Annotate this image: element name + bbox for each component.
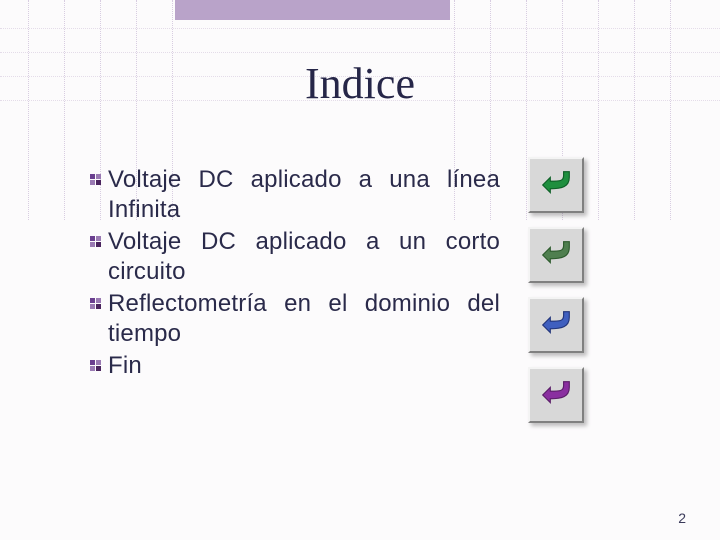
list-item-text: Fin	[108, 351, 142, 381]
top-accent-bar	[175, 0, 450, 20]
u-turn-icon	[537, 166, 575, 204]
list-item[interactable]: Voltaje DC aplicado a una línea Infinita	[90, 165, 500, 225]
action-button-column	[528, 157, 590, 437]
list-item[interactable]: Fin	[90, 351, 500, 381]
u-turn-icon	[537, 376, 575, 414]
list-item-text: Voltaje DC aplicado a una línea Infinita	[108, 165, 500, 225]
bullet-icon	[90, 174, 102, 186]
list-item-text: Reflectometría en el dominio del tiempo	[108, 289, 500, 349]
jump-button-2[interactable]	[528, 227, 584, 283]
list-item[interactable]: Voltaje DC aplicado a un corto circuito	[90, 227, 500, 287]
list-item-text: Voltaje DC aplicado a un corto circuito	[108, 227, 500, 287]
bullet-icon	[90, 298, 102, 310]
bullet-icon	[90, 236, 102, 248]
slide-title: Indice	[0, 58, 720, 109]
u-turn-icon	[537, 306, 575, 344]
jump-button-4[interactable]	[528, 367, 584, 423]
jump-button-3[interactable]	[528, 297, 584, 353]
list-item[interactable]: Reflectometría en el dominio del tiempo	[90, 289, 500, 349]
index-list: Voltaje DC aplicado a una línea Infinita…	[90, 165, 500, 383]
u-turn-icon	[537, 236, 575, 274]
bullet-icon	[90, 360, 102, 372]
page-number: 2	[678, 510, 686, 526]
jump-button-1[interactable]	[528, 157, 584, 213]
